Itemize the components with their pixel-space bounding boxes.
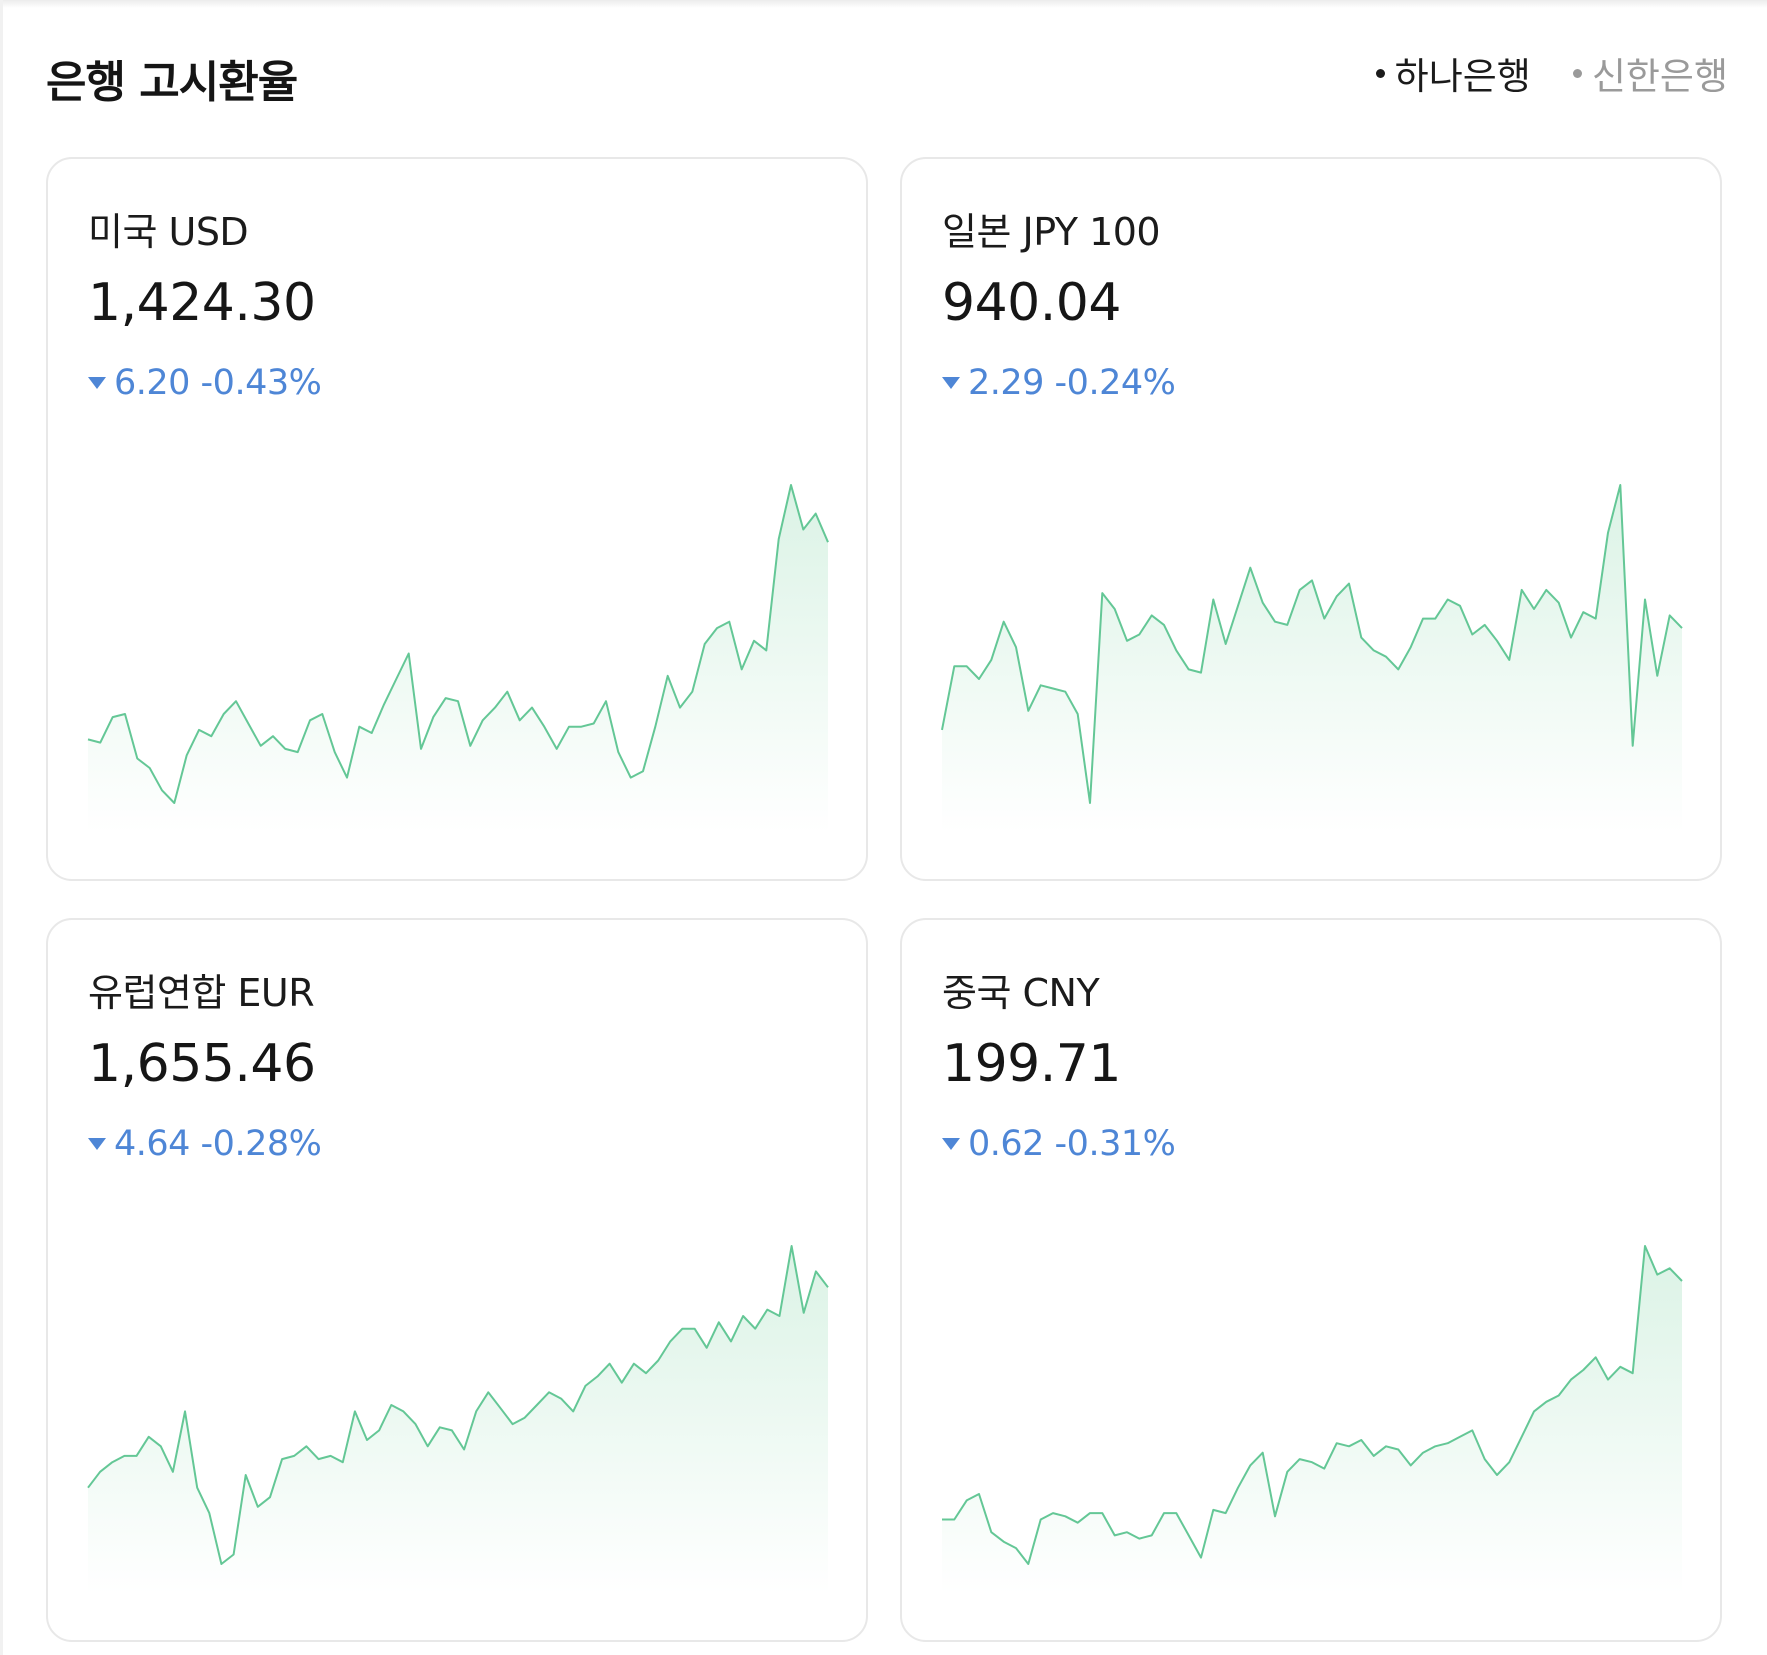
sparkline-chart: [941, 484, 1683, 833]
currency-name: 중국 CNY: [942, 971, 1100, 1015]
rate-change-text: 2.29 -0.24%: [968, 363, 1176, 403]
rate-change-text: 6.20 -0.43%: [114, 363, 322, 403]
rate-change: 6.20 -0.43%: [88, 363, 322, 403]
triangle-down-icon: [942, 1138, 960, 1150]
currency-name: 미국 USD: [88, 210, 249, 254]
exchange-rate-value: 1,655.46: [88, 1034, 316, 1094]
exchange-rate-value: 1,424.30: [88, 273, 316, 333]
left-divider: [0, 0, 3, 1655]
sparkline-area: [942, 485, 1682, 833]
rate-card-cny[interactable]: 중국 CNY 199.71 0.62 -0.31%: [900, 918, 1722, 1642]
rate-card-jpy[interactable]: 일본 JPY 100 940.04 2.29 -0.24%: [900, 157, 1722, 881]
page-title: 은행 고시환율: [46, 57, 298, 108]
bank-option-hana[interactable]: 하나은행: [1375, 46, 1531, 100]
rate-change-text: 0.62 -0.31%: [968, 1124, 1176, 1164]
exchange-rate-value: 940.04: [942, 273, 1121, 333]
sparkline-chart: [87, 1245, 829, 1594]
bank-option-label: 신한은행: [1591, 55, 1728, 98]
sparkline-chart: [87, 484, 829, 833]
triangle-down-icon: [88, 377, 106, 389]
exchange-rate-page: 은행 고시환율 하나은행 신한은행 미국 USD 1,424.30 6.20 -…: [0, 0, 1767, 1655]
triangle-down-icon: [942, 377, 960, 389]
bank-option-label: 하나은행: [1394, 55, 1531, 98]
sparkline-chart: [942, 1245, 1683, 1594]
section-header: 은행 고시환율 하나은행 신한은행: [46, 40, 1728, 110]
bank-option-shinhan[interactable]: 신한은행: [1572, 46, 1728, 100]
rate-change-text: 4.64 -0.28%: [114, 1124, 322, 1164]
dot-icon: [1572, 68, 1582, 78]
rate-card-eur[interactable]: 유럽연합 EUR 1,655.46 4.64 -0.28%: [46, 918, 868, 1642]
sparkline-area: [88, 1246, 828, 1594]
bank-selector: 하나은행 신한은행: [1375, 46, 1728, 100]
dot-icon: [1375, 68, 1385, 78]
sparkline-area: [942, 1246, 1682, 1594]
currency-name: 유럽연합 EUR: [88, 971, 315, 1015]
exchange-rate-value: 199.71: [942, 1034, 1121, 1094]
rate-card-usd[interactable]: 미국 USD 1,424.30 6.20 -0.43%: [46, 157, 868, 881]
rate-change: 0.62 -0.31%: [942, 1124, 1176, 1164]
rate-change: 2.29 -0.24%: [942, 363, 1176, 403]
sparkline-area: [88, 485, 828, 833]
rate-change: 4.64 -0.28%: [88, 1124, 322, 1164]
currency-name: 일본 JPY 100: [942, 210, 1161, 254]
triangle-down-icon: [88, 1138, 106, 1150]
top-divider: [0, 0, 1767, 8]
